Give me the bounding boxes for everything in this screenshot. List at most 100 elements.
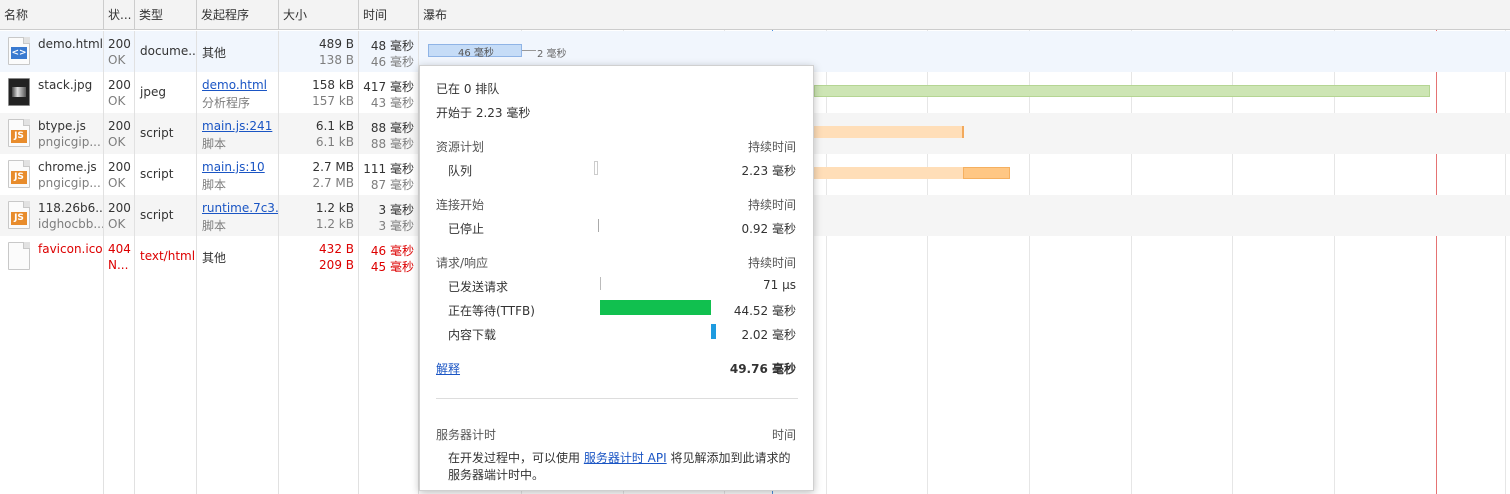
timing-bar-content-download (711, 324, 716, 339)
js-file-icon: JS (8, 119, 30, 147)
latency-time: 43 毫秒 (370, 96, 414, 110)
status-text: OK (108, 53, 126, 67)
latency-time: 88 毫秒 (370, 137, 414, 151)
timing-bar-stalled (598, 219, 599, 232)
transferred-size: 1.2 kB (315, 201, 354, 215)
column-initiator-header[interactable]: 发起程序 (197, 0, 279, 30)
request-name: favicon.ico (38, 242, 103, 256)
total-time: 111 毫秒 (363, 162, 414, 176)
transferred-size: 6.1 kB (315, 119, 354, 133)
request-type: docume... (140, 44, 197, 58)
latency-time: 45 毫秒 (370, 260, 414, 274)
status-code: 200 (108, 37, 131, 51)
server-timing-column: 时间 (771, 428, 796, 442)
timing-bar-queue (594, 161, 598, 175)
status-code: 200 (108, 119, 131, 133)
request-type: text/html (140, 249, 196, 263)
resource-size: 157 kB (312, 94, 354, 108)
waterfall-bar-script-download[interactable] (963, 167, 1010, 179)
server-timing-note-line2: 服务器端计时中。 (448, 468, 545, 482)
js-file-icon: JS (8, 201, 30, 229)
timing-value-ttfb: 44.52 毫秒 (733, 304, 796, 318)
server-timing-title: 服务器计时 (436, 428, 497, 442)
request-domain: pngicgip... (38, 176, 101, 190)
server-timing-api-link[interactable]: 服务器计时 API (584, 451, 667, 465)
total-time: 48 毫秒 (370, 39, 414, 53)
status-text: OK (108, 217, 126, 231)
waterfall-tail-label: 2 毫秒 (537, 49, 567, 60)
column-time-header[interactable]: 时间 (359, 0, 419, 30)
resource-size: 138 B (319, 53, 354, 67)
status-text: OK (108, 135, 126, 149)
timing-value-content-download: 2.02 毫秒 (741, 328, 796, 342)
initiator-link[interactable]: main.js:10 (202, 160, 265, 174)
total-time: 46 毫秒 (370, 244, 414, 258)
column-status-header[interactable]: 状... (104, 0, 135, 30)
timing-label-queue: 队列 (448, 164, 473, 178)
section-title-connection-start: 连接开始 (436, 198, 485, 212)
timing-popover: 已在 0 排队 开始于 2.23 毫秒 资源计划 持续时间 队列 2.23 毫秒… (419, 65, 814, 491)
request-name: btype.js (38, 119, 86, 133)
request-type: script (140, 126, 174, 140)
timing-bar-ttfb (600, 300, 711, 315)
status-text: N... (108, 258, 129, 272)
image-file-icon (8, 78, 30, 106)
duration-header: 持续时间 (747, 140, 796, 154)
transferred-size: 2.7 MB (312, 160, 354, 174)
status-code: 404 (108, 242, 131, 256)
blank-file-icon (8, 242, 30, 270)
waterfall-bar-script[interactable] (814, 126, 964, 138)
html-file-icon: <> (8, 37, 30, 65)
column-size-header[interactable]: 大小 (279, 0, 359, 30)
initiator-link[interactable]: runtime.7c3... (202, 201, 278, 215)
request-name: chrome.js (38, 160, 97, 174)
section-title-resource-scheduling: 资源计划 (436, 140, 485, 154)
transferred-size: 432 B (319, 242, 354, 256)
status-text: OK (108, 94, 126, 108)
duration-header: 持续时间 (747, 256, 796, 270)
waterfall-bar-label: 46 毫秒 (458, 48, 494, 59)
status-code: 200 (108, 201, 131, 215)
initiator: 其他 (202, 251, 227, 265)
status-code: 200 (108, 160, 131, 174)
timing-value-request-sent: 71 µs (763, 278, 796, 292)
queued-at: 已在 0 排队 (436, 82, 500, 96)
initiator-type: 分析程序 (202, 96, 251, 110)
total-time: 3 毫秒 (378, 203, 414, 217)
timing-label-content-download: 内容下载 (448, 328, 497, 342)
initiator-link[interactable]: main.js:241 (202, 119, 272, 133)
timing-label-ttfb: 正在等待(TTFB) (448, 304, 535, 318)
request-name: 118.26b6... (38, 201, 104, 215)
initiator: 其他 (202, 46, 227, 60)
timing-value-queue: 2.23 毫秒 (741, 164, 796, 178)
timing-label-request-sent: 已发送请求 (448, 280, 509, 294)
timing-label-stalled: 已停止 (448, 222, 485, 236)
timing-value-stalled: 0.92 毫秒 (741, 222, 796, 236)
transferred-size: 158 kB (312, 78, 354, 92)
status-text: OK (108, 176, 126, 190)
table-header: 名称 状... 类型 发起程序 大小 时间 瀑布 (0, 0, 1510, 30)
divider (436, 398, 798, 399)
column-type-header[interactable]: 类型 (135, 0, 197, 30)
waterfall-bar-image[interactable] (814, 85, 1430, 97)
latency-time: 3 毫秒 (378, 219, 414, 233)
server-timing-note: 在开发过程中，可以使用 服务器计时 API 将见解添加到此请求的 (448, 451, 791, 465)
explanation-link[interactable]: 解释 (436, 360, 460, 377)
js-file-icon: JS (8, 160, 30, 188)
column-waterfall-header[interactable]: 瀑布 (419, 0, 1510, 30)
request-type: script (140, 208, 174, 222)
total-duration: 49.76 毫秒 (729, 362, 796, 376)
latency-time: 87 毫秒 (370, 178, 414, 192)
request-name: stack.jpg (38, 78, 93, 92)
initiator-link[interactable]: demo.html (202, 78, 267, 92)
waterfall-bar-script[interactable] (814, 167, 963, 179)
resource-size: 2.7 MB (312, 176, 354, 190)
transferred-size: 489 B (319, 37, 354, 51)
section-title-request-response: 请求/响应 (436, 256, 489, 270)
total-time: 417 毫秒 (363, 80, 414, 94)
initiator-type: 脚本 (202, 178, 227, 192)
column-name-header[interactable]: 名称 (0, 0, 104, 30)
latency-time: 46 毫秒 (370, 55, 414, 69)
request-domain: idghocbb... (38, 217, 104, 231)
resource-size: 209 B (319, 258, 354, 272)
